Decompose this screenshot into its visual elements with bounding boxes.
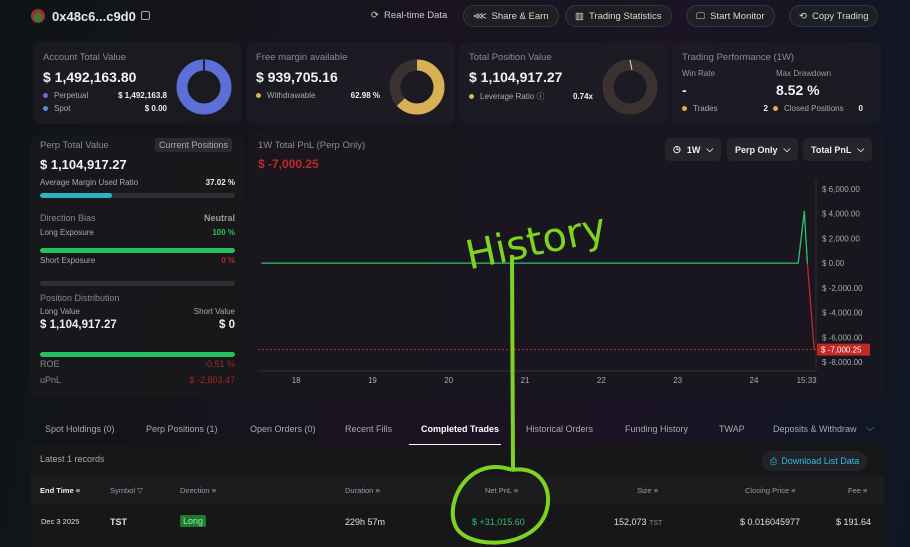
sort-icon[interactable]: ≡: [375, 486, 379, 495]
tabs-more-chevron-icon[interactable]: ⌵: [866, 422, 874, 435]
sort-icon[interactable]: ≡: [654, 486, 658, 495]
y-tick-label: $ 4,000.00: [822, 210, 860, 219]
column-header[interactable]: Fee ≡: [848, 486, 867, 495]
tab-1[interactable]: Perp Positions (1): [146, 424, 218, 434]
current-value-label: $ -7,000.25: [821, 346, 862, 355]
x-tick-label: 21: [521, 376, 530, 385]
sort-icon[interactable]: ≡: [212, 486, 216, 495]
y-tick-label: $ 0.00: [822, 259, 845, 268]
pnl-line-segment: [797, 211, 805, 264]
pnl-chart: $ 6,000.00 $ 4,000.00 $ 2,000.00 $ 0.00 $ -2…: [258, 180, 870, 385]
y-tick-label: $ 6,000.00: [822, 185, 860, 194]
column-header[interactable]: Symbol ▽: [110, 486, 143, 495]
column-header[interactable]: Closing Price ≡: [745, 486, 796, 495]
duration-cell: 229h 57m: [345, 517, 386, 527]
pnl-point: [797, 262, 799, 264]
net-pnl-cell: $ +31,015.60: [472, 517, 525, 527]
y-tick-label: $ -6,000.00: [822, 333, 863, 342]
download-list-button[interactable]: ⎙ Download List Data: [762, 451, 868, 471]
tab-8[interactable]: Deposits & Withdraw: [773, 424, 857, 434]
pnl-line-segment: [806, 263, 815, 350]
y-tick-label: $ -4,000.00: [822, 309, 863, 318]
pnl-point: [261, 262, 263, 264]
column-header[interactable]: Size ≡: [637, 486, 658, 495]
x-tick-label: 18: [292, 376, 301, 385]
size-unit: TST: [649, 520, 663, 527]
tab-6[interactable]: Funding History: [625, 424, 688, 434]
x-tick-label: 24: [750, 376, 759, 385]
column-header[interactable]: Duration ≡: [345, 486, 380, 495]
pnl-line-segment: [803, 211, 809, 264]
tab-4[interactable]: Completed Trades: [421, 424, 499, 434]
tab-5[interactable]: Historical Orders: [526, 424, 593, 434]
pnl-point: [806, 262, 808, 264]
sort-icon[interactable]: ≡: [863, 486, 867, 495]
x-tick-label: 23: [673, 376, 682, 385]
tab-2[interactable]: Open Orders (0): [250, 424, 316, 434]
x-tick-label: 19: [368, 376, 377, 385]
symbol-cell[interactable]: TST: [110, 517, 127, 527]
sort-icon[interactable]: ≡: [791, 486, 795, 495]
size-cell: 152,073: [614, 517, 647, 527]
y-tick-label: $ -8,000.00: [822, 358, 863, 367]
tab-7[interactable]: TWAP: [719, 424, 745, 434]
column-header[interactable]: End Time ≡: [40, 486, 80, 495]
closing-price-cell: $ 0.016045977: [740, 517, 801, 527]
x-tick-label: 20: [444, 376, 453, 385]
tab-0[interactable]: Spot Holdings (0): [45, 424, 115, 434]
pnl-point: [803, 210, 805, 212]
x-tick-label: 22: [597, 376, 606, 385]
y-tick-label: $ 2,000.00: [822, 234, 860, 243]
tab-3[interactable]: Recent Fills: [345, 424, 392, 434]
records-count: Latest 1 records: [40, 454, 105, 464]
x-tick-label: 15:33: [797, 376, 818, 385]
filter-icon[interactable]: ▽: [137, 486, 143, 495]
pnl-point: [813, 349, 815, 351]
end-time-cell: Dec 3 2025: [41, 517, 80, 526]
direction-badge: Long: [180, 515, 207, 527]
y-tick-label: $ -2,000.00: [822, 284, 863, 293]
fee-cell: $ 191.64: [836, 517, 872, 527]
sort-icon[interactable]: ≡: [514, 486, 518, 495]
download-icon: ⎙: [770, 455, 778, 466]
column-header[interactable]: Net PnL ≡: [485, 486, 518, 495]
column-header[interactable]: Direction ≡: [180, 486, 216, 495]
sort-icon[interactable]: ≡: [76, 486, 80, 495]
